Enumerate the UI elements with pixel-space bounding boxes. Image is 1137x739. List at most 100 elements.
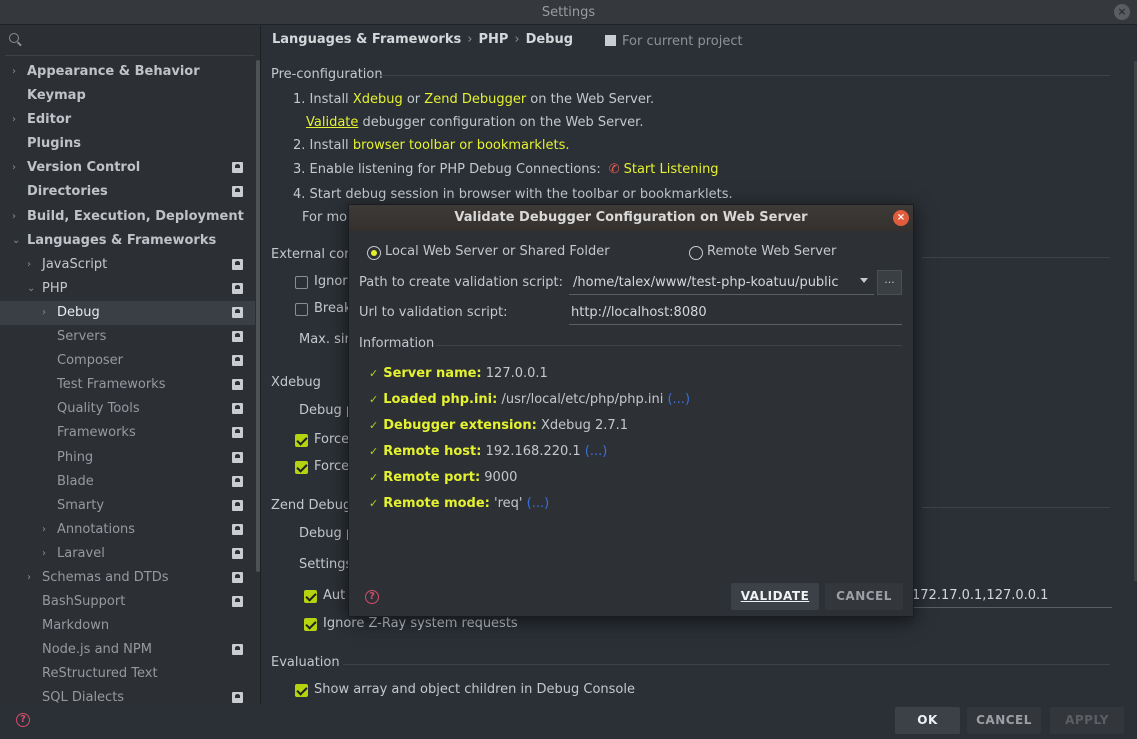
info-more-link[interactable]: (...)	[527, 496, 550, 511]
section-divider	[922, 507, 1110, 508]
apply-button[interactable]: APPLY	[1050, 707, 1124, 734]
cancel-button[interactable]: CANCEL	[967, 707, 1041, 734]
zend-debugger-link[interactable]: Zend Debugger	[424, 92, 526, 107]
project-icon	[232, 451, 243, 463]
sidebar-item[interactable]: Frameworks	[0, 421, 255, 445]
chevron-right-icon[interactable]: ›	[12, 156, 16, 180]
help-icon[interactable]: ?	[16, 713, 30, 727]
step1-pre: 1. Install	[293, 92, 353, 107]
sidebar-item[interactable]: › Appearance & Behavior	[0, 60, 255, 84]
sidebar-item[interactable]: Smarty	[0, 494, 255, 518]
breadcrumb-item[interactable]: PHP	[478, 32, 508, 47]
sidebar-item[interactable]: › Build, Execution, Deployment	[0, 205, 255, 229]
start-listening-link[interactable]: Start Listening	[624, 162, 719, 177]
window-titlebar: Settings ×	[0, 0, 1137, 25]
sidebar-item-label: Phing	[57, 449, 94, 465]
sidebar-item[interactable]: › Version Control	[0, 156, 255, 180]
info-value: 9000	[480, 470, 518, 485]
info-value: 192.168.220.1	[481, 444, 585, 459]
sidebar-item[interactable]: › Schemas and DTDs	[0, 566, 255, 590]
sidebar-scrollbar[interactable]	[256, 60, 260, 572]
breadcrumb-item[interactable]: Languages & Frameworks	[272, 32, 461, 47]
dialog-cancel-button[interactable]: CANCEL	[825, 583, 903, 610]
sidebar-item-label: Keymap	[27, 88, 86, 104]
sidebar-item[interactable]: Servers	[0, 325, 255, 349]
sidebar-item[interactable]: Plugins	[0, 132, 255, 156]
breadcrumb-separator: ›	[467, 32, 473, 47]
chevron-right-icon[interactable]: ›	[12, 60, 16, 84]
sidebar-item[interactable]: ⌄ PHP	[0, 277, 255, 301]
sidebar-item[interactable]: › Editor	[0, 108, 255, 132]
sidebar-item-label: Test Frameworks	[57, 377, 166, 393]
sidebar-item[interactable]: › JavaScript	[0, 253, 255, 277]
info-value: Xdebug 2.7.1	[536, 418, 629, 433]
chevron-right-icon[interactable]: ›	[42, 542, 46, 566]
sidebar-item[interactable]: BashSupport	[0, 590, 255, 614]
sidebar-item[interactable]: Keymap	[0, 84, 255, 108]
section-divider	[380, 75, 1110, 76]
break-label: Break	[314, 301, 352, 316]
force-break-checkbox-2[interactable]	[295, 461, 308, 474]
sidebar-item[interactable]: Directories	[0, 180, 255, 204]
url-value: http://localhost:8080	[571, 305, 707, 320]
ok-button[interactable]: OK	[895, 707, 960, 734]
settings-search[interactable]	[5, 26, 255, 56]
local-server-radio[interactable]	[367, 246, 381, 260]
dialog-help-icon[interactable]: ?	[365, 590, 379, 604]
sidebar-item[interactable]: ⌄ Languages & Frameworks	[0, 229, 255, 253]
or-text: or	[402, 92, 425, 107]
chevron-right-icon[interactable]: ›	[42, 301, 46, 325]
sidebar-item[interactable]: Blade	[0, 470, 255, 494]
section-divider	[343, 664, 1110, 665]
sidebar-item[interactable]: › Annotations	[0, 518, 255, 542]
for-current-project-label: For current project	[622, 34, 743, 49]
force-break-checkbox-1[interactable]	[295, 434, 308, 447]
chevron-right-icon[interactable]: ›	[12, 108, 16, 132]
sidebar-item[interactable]: › Debug	[0, 300, 255, 326]
project-icon	[232, 571, 243, 583]
chevron-right-icon[interactable]: ›	[27, 566, 31, 590]
ignore-checkbox[interactable]	[295, 276, 308, 289]
info-row: ✓ Loaded php.ini: /usr/local/etc/php/php.…	[369, 392, 690, 407]
sidebar-item[interactable]: Node.js and NPM	[0, 638, 255, 662]
remote-server-radio[interactable]	[689, 246, 703, 260]
break-checkbox[interactable]	[295, 303, 308, 316]
chevron-down-icon[interactable]: ⌄	[12, 229, 20, 253]
show-array-checkbox[interactable]	[295, 684, 308, 697]
ignore-zray-checkbox[interactable]	[304, 618, 317, 631]
allowed-hosts-field[interactable]: 172.17.0.1,127.0.0.1	[912, 588, 1112, 608]
info-row: ✓ Remote mode: 'req' (...)	[369, 496, 549, 511]
chevron-right-icon[interactable]: ›	[12, 205, 16, 229]
sidebar-item[interactable]: SQL Dialects	[0, 686, 255, 704]
sidebar-item-label: Schemas and DTDs	[42, 569, 169, 585]
chevron-right-icon[interactable]: ›	[27, 253, 31, 277]
project-icon	[232, 331, 243, 343]
check-icon: ✓	[369, 471, 379, 484]
sidebar-item-label: Appearance & Behavior	[27, 64, 200, 79]
validate-link[interactable]: Validate	[306, 115, 358, 130]
path-dropdown[interactable]: /home/talex/www/test-php-koatuu/public	[569, 272, 874, 295]
window-close-button[interactable]: ×	[1114, 4, 1130, 20]
automatic-detection-checkbox[interactable]	[304, 590, 317, 603]
xdebug-link[interactable]: Xdebug	[353, 92, 403, 107]
chevron-down-icon[interactable]: ⌄	[27, 277, 35, 301]
sidebar-item[interactable]: Composer	[0, 349, 255, 373]
info-more-link[interactable]: (...)	[585, 444, 608, 459]
url-input[interactable]: http://localhost:8080	[569, 302, 902, 325]
sidebar-item[interactable]: Test Frameworks	[0, 373, 255, 397]
browse-button[interactable]: ...	[877, 270, 902, 295]
close-icon[interactable]: ×	[893, 210, 909, 226]
sidebar-item[interactable]: Phing	[0, 446, 255, 470]
project-icon	[232, 162, 243, 174]
sidebar-item[interactable]: Quality Tools	[0, 397, 255, 421]
info-key: Server name:	[383, 366, 482, 381]
browser-toolbar-link[interactable]: browser toolbar or bookmarklets.	[353, 138, 570, 153]
validate-button[interactable]: VALIDATE	[731, 583, 819, 610]
sidebar-item[interactable]: Markdown	[0, 614, 255, 638]
sidebar-item[interactable]: › Laravel	[0, 542, 255, 566]
project-icon	[232, 596, 243, 608]
sidebar-item[interactable]: ReStructured Text	[0, 662, 255, 686]
project-icon	[232, 644, 243, 656]
info-more-link[interactable]: (...)	[667, 392, 690, 407]
chevron-right-icon[interactable]: ›	[42, 518, 46, 542]
